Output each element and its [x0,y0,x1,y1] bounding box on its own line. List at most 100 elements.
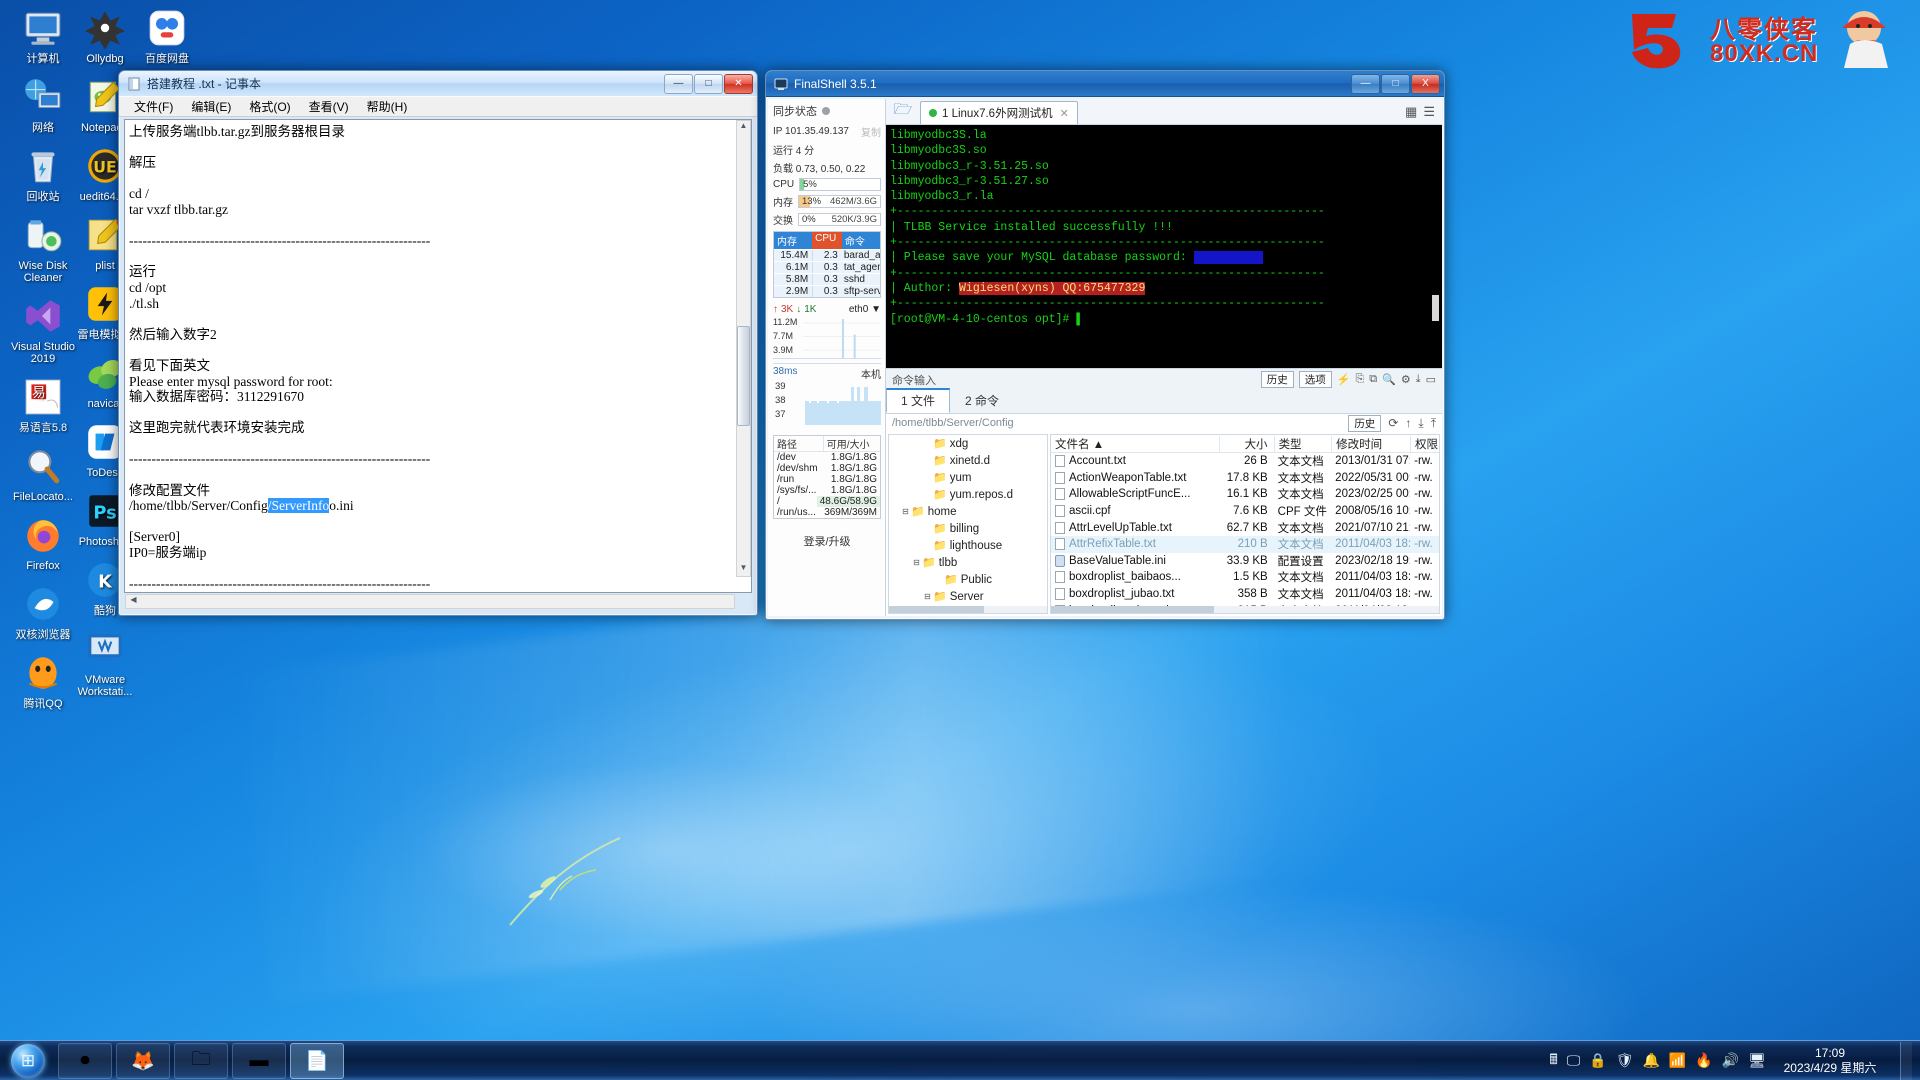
window-icon[interactable]: ▭ [1426,373,1436,386]
process-row[interactable]: 6.1M0.3tat_agent [774,261,880,273]
file-column-header-4[interactable]: 权限 [1410,435,1439,452]
copy-icon[interactable]: ⧉ [1369,373,1377,386]
desktop-icon-vmware[interactable]: VMware Workstati... [66,621,144,698]
file-row[interactable]: boxdroplist_baibaos... 1.5 KB 文本文档 2011/04/… [1051,569,1439,586]
tray-icon-calculator[interactable]: 🖩 [1549,1049,1557,1073]
file-list-header[interactable]: 文件名 ▲ 大小 类型 修改时间 权限 [1051,435,1439,453]
notepad-menu-item-0[interactable]: 文件(F) [125,96,182,117]
file-row[interactable]: ActionWeaponTable.txt 17.8 KB 文本文档 2022/05/… [1051,470,1439,487]
tray-icon-flame[interactable]: 🔥 [1695,1052,1712,1069]
lightning-icon[interactable]: ⚡ [1337,373,1351,386]
search-icon[interactable]: 🔍 [1382,373,1396,386]
tray-icon-display[interactable]: 🖥 [1748,1052,1766,1069]
file-column-header-2[interactable]: 类型 [1273,435,1332,452]
file-row[interactable]: AttrRefixTable.txt 210 B 文本文档 2011/04/03 18… [1051,535,1439,553]
tree-node[interactable]: 📁 xinetd.d [889,452,1047,469]
file-panel-tab-1[interactable]: 2 命令 [950,389,1014,413]
disk-row[interactable]: / 48.6G/58.9G [774,496,880,507]
finalshell-maximize-button[interactable]: □ [1381,73,1410,94]
notepad-titlebar[interactable]: 搭建教程 .txt - 记事本 — □ ✕ [119,71,757,97]
disk-row[interactable]: /run 1.8G/1.8G [774,474,880,485]
tray-icon-monitor[interactable]: 🖵 [1567,1052,1581,1069]
copy-ip-button[interactable]: 复制 [861,124,881,139]
process-header-1[interactable]: CPU [812,232,842,249]
tree-node[interactable]: ⊟ 📁 tlbb [889,554,1047,571]
tree-node[interactable]: 📁 yum.repos.d [889,486,1047,503]
file-column-header-3[interactable]: 修改时间 [1331,435,1410,452]
history-button[interactable]: 历史 [1260,371,1294,388]
tree-node[interactable]: 📁 yum [889,469,1047,486]
path-history-button[interactable]: 历史 [1348,414,1382,432]
up-directory-icon[interactable]: ↑ [1405,416,1411,430]
tree-expander-icon[interactable]: ⊟ [911,558,922,567]
list-menu-icon[interactable]: ☰ [1423,104,1435,120]
disk-row[interactable]: /sys/fs/... 1.8G/1.8G [774,485,880,496]
file-row[interactable]: AttrLevelUpTable.txt 62.7 KB 文本文档 2021/07/1… [1051,519,1439,536]
notepad-menubar[interactable]: 文件(F) 编辑(E) 格式(O) 查看(V) 帮助(H) [119,97,757,117]
file-list-horizontal-scroll-thumb[interactable] [1051,606,1214,613]
disk-header-1[interactable]: 可用/大小 [822,436,880,451]
finalshell-window[interactable]: FinalShell 3.5.1 — □ X 同步状态 IP 101.35.49… [765,70,1445,620]
notepad-menu-item-4[interactable]: 帮助(H) [358,96,417,117]
finalshell-minimize-button[interactable]: — [1351,73,1380,94]
notepad-close-button[interactable]: ✕ [724,73,753,94]
finalshell-titlebar[interactable]: FinalShell 3.5.1 — □ X [766,71,1444,97]
grid-view-icon[interactable]: ▦ [1405,104,1417,120]
file-list-body[interactable]: Account.txt26 B文本文档2013/01/31 07:57-rw.A… [1051,453,1439,613]
session-tab[interactable]: 1 Linux7.6外网测试机 ✕ [920,101,1078,124]
file-row[interactable]: boxdroplist_jubao.txt 358 B 文本文档 2011/04/03… [1051,586,1439,603]
download-file-icon[interactable]: ⤓ [1418,416,1423,431]
process-row[interactable]: 15.4M2.3barad_age [774,249,880,261]
taskbar-item-firefox[interactable]: 🦊 [116,1042,170,1079]
finalshell-close-button[interactable]: X [1411,73,1440,94]
file-row[interactable]: AllowableScriptFuncE... 16.1 KB 文本文档 2023/0… [1051,486,1439,503]
notepad-menu-item-3[interactable]: 查看(V) [300,96,358,117]
file-list[interactable]: 文件名 ▲ 大小 类型 修改时间 权限 Account.txt 26 B 文本文档 2013/… [1050,434,1440,614]
tree-expander-icon[interactable]: ⊟ [900,507,911,516]
process-row[interactable]: 5.8M 0.3 sshd [774,273,880,285]
notepad-menu-item-1[interactable]: 编辑(E) [182,96,240,117]
tray-icon-bell[interactable]: 🔔 [1642,1052,1659,1069]
options-button[interactable]: 选项 [1298,371,1332,388]
file-column-header-1[interactable]: 大小 [1219,435,1273,452]
tree-node[interactable]: 📁 lighthouse [889,537,1047,554]
refresh-icon[interactable]: ⟳ [1388,416,1398,430]
taskbar-clock[interactable]: 17:09 2023/4/29 星期六 [1775,1046,1885,1076]
upload-file-icon[interactable]: ⤒ [1431,416,1436,431]
desktop-icon-baidu-netdisk[interactable]: 百度网盘 [128,0,206,65]
file-path-bar[interactable]: /home/tlbb/Server/Config 历史 ⟳ ↑ ⤓ ⤒ [886,414,1442,432]
taskbar-item-explorer[interactable]: 🗀 [174,1042,228,1079]
tree-node[interactable]: 📁 xdg [889,435,1047,452]
tree-node[interactable]: 📁 billing [889,520,1047,537]
command-input-bar[interactable]: 命令输入 历史 选项 ⚡ ⎘ ⧉ 🔍 ⚙ ⤓ ▭ [886,368,1442,390]
notepad-maximize-button[interactable]: □ [694,73,723,94]
open-folder-icon[interactable]: 🗁 [886,99,920,124]
scroll-up-icon[interactable]: ▲ [737,121,750,134]
taskbar-item-record[interactable]: ⏺ [58,1042,112,1079]
tray-icon-volume[interactable]: 🔊 [1722,1052,1739,1069]
tree-node[interactable]: ⊟ 📁 home [889,503,1047,520]
tree-node[interactable]: 📁 Public [889,571,1047,588]
file-row[interactable]: BaseValueTable.ini 33.9 KB 配置设置 2023/02/18 … [1051,553,1439,570]
process-row[interactable]: 2.9M0.3sftp-serve [774,285,880,297]
terminal-scrollbar[interactable] [1432,295,1439,321]
network-interface-select[interactable]: eth0 ▼ [849,304,881,315]
notepad-vertical-scrollbar[interactable]: ▲ ▼ [736,120,751,577]
gear-icon[interactable]: ⚙ [1401,373,1411,386]
disk-row[interactable]: /run/us... 369M/369M [774,507,880,518]
notepad-horizontal-scrollbar[interactable]: ◀ [125,594,735,609]
show-desktop-button[interactable] [1900,1041,1912,1080]
login-upgrade-link[interactable]: 登录/升级 [773,533,881,549]
directory-tree[interactable]: 📁 xdg 📁 xinetd.d 📁 yum 📁 yum.repos.d ⊟ 📁 home 📁 bill… [888,434,1048,614]
taskbar-item-notepad[interactable]: 📄 [290,1042,344,1079]
scroll-left-icon[interactable]: ◀ [127,595,140,608]
download-icon[interactable]: ⤓ [1416,373,1421,386]
tray-icon-shield[interactable]: 🛡 [1616,1052,1634,1069]
scroll-down-icon[interactable]: ▼ [737,563,750,576]
disk-header-0[interactable]: 路径 [774,436,823,451]
start-button[interactable]: ⊞ [2,1042,54,1080]
file-column-header-0[interactable]: 文件名 ▲ [1051,436,1219,452]
file-row[interactable]: ascii.cpf 7.6 KB CPF 文件 2008/05/16 10:57 -rw… [1051,503,1439,520]
file-panel-tab-0[interactable]: 1 文件 [886,388,951,413]
process-header-2[interactable]: 命令 [841,232,880,249]
